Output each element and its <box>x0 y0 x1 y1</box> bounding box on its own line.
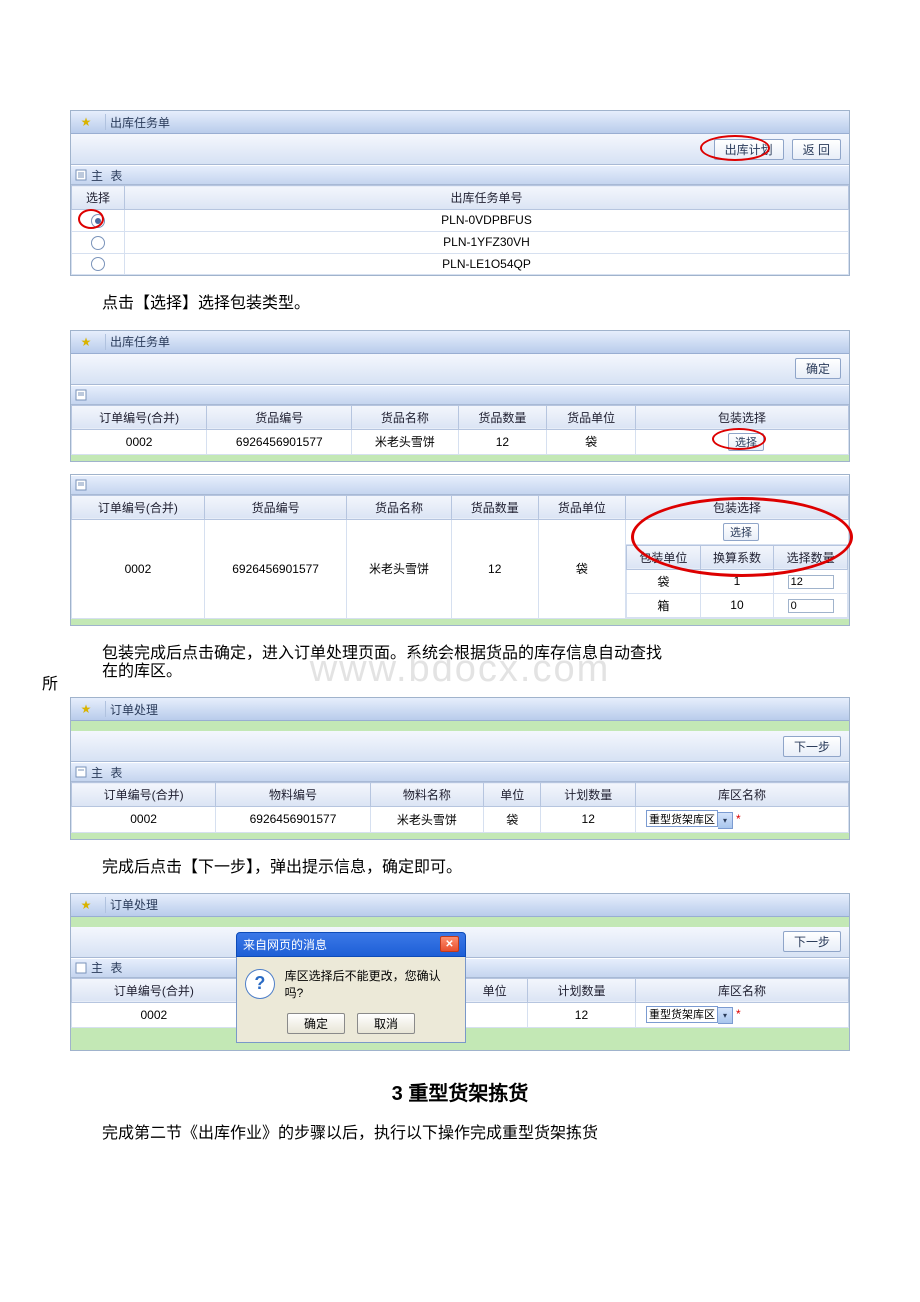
table-row: 0002 6926456901577 米老头雪饼 12 袋 选择 包装单位换算系… <box>72 519 849 618</box>
packaging-expanded-panel: 订单编号(合并)货品编号货品名称货品数量货品单位包装选择 0002 692645… <box>70 474 850 626</box>
table-row: PLN-1YFZ30VH <box>72 231 849 253</box>
star-icon: ★ <box>77 896 95 914</box>
back-button[interactable]: 返 回 <box>792 139 841 160</box>
dialog-ok-button[interactable]: 确定 <box>287 1013 345 1034</box>
dialog-cancel-button[interactable]: 取消 <box>357 1013 415 1034</box>
outbound-plan-button[interactable]: 出库计划 <box>714 139 784 160</box>
table-row: 00026926456901577米老头雪饼12袋选择 <box>72 429 849 454</box>
task-table: 选择出库任务单号 PLN-0VDPBFUS PLN-1YFZ30VH PLN-L… <box>71 185 849 275</box>
required-icon: * <box>736 1007 741 1021</box>
form-icon <box>75 479 87 491</box>
titlebar: ★ 出库任务单 <box>71 111 849 134</box>
form-icon <box>75 169 87 181</box>
star-icon: ★ <box>77 333 95 351</box>
close-icon[interactable]: ✕ <box>440 936 459 952</box>
table-row: 00026926456901577米老头雪饼袋12重型货架库区▾* <box>72 807 849 833</box>
form-icon <box>75 389 87 401</box>
table-row: PLN-0VDPBFUS <box>72 210 849 232</box>
star-icon: ★ <box>77 113 95 131</box>
instruction-text: 完成第二节《出库作业》的步骤以后，执行以下操作完成重型货架拣货 <box>70 1120 850 1147</box>
dialog-titlebar: 来自网页的消息 ✕ <box>236 932 466 957</box>
chevron-down-icon[interactable]: ▾ <box>718 812 733 829</box>
chevron-down-icon[interactable]: ▾ <box>718 1007 733 1024</box>
order-processing-dialog-panel: ★订单处理 下一步 主 表 订单编号(合并)物料编号物料名称单位计划数量库区名称… <box>70 893 850 1052</box>
col-select: 选择 <box>72 186 125 210</box>
order-processing-panel: ★订单处理 下一步 主 表 订单编号(合并)物料编号物料名称单位计划数量库区名称… <box>70 697 850 840</box>
toolbar: 出库计划 返 回 <box>71 134 849 165</box>
dialog-message: 库区选择后不能更改，您确认吗? <box>285 967 457 1001</box>
section-heading: 3 重型货架拣货 <box>70 1077 850 1106</box>
question-icon: ? <box>245 969 275 999</box>
maintable-label: 主 表 <box>91 167 124 184</box>
next-button[interactable]: 下一步 <box>783 931 841 952</box>
star-icon: ★ <box>77 700 95 718</box>
form-icon <box>75 962 87 974</box>
instruction-text: 点击【选择】选择包装类型。 <box>70 290 850 317</box>
instruction-text: 完成后点击【下一步】，弹出提示信息，确定即可。 <box>70 854 850 881</box>
zone-select[interactable]: 重型货架库区 <box>646 1006 718 1023</box>
form-icon <box>75 766 87 778</box>
table-row: PLN-LE1O54QP <box>72 253 849 275</box>
select-button[interactable]: 选择 <box>723 523 759 541</box>
panel-title: 出库任务单 <box>110 114 180 131</box>
required-icon: * <box>736 812 741 826</box>
subheader: 主 表 <box>71 165 849 185</box>
confirm-dialog: 来自网页的消息 ✕ ? 库区选择后不能更改，您确认吗? 确定 取消 <box>236 932 466 1043</box>
packaging-panel: ★出库任务单 确定 订单编号(合并)货品编号货品名称货品数量货品单位包装选择 0… <box>70 330 850 462</box>
confirm-button[interactable]: 确定 <box>795 358 841 379</box>
select-button[interactable]: 选择 <box>728 433 764 451</box>
radio-select[interactable] <box>91 257 105 271</box>
col-tasknum: 出库任务单号 <box>125 186 849 210</box>
radio-select[interactable] <box>91 236 105 250</box>
outbound-task-panel: ★ 出库任务单 出库计划 返 回 主 表 选择出库任务单号 PLN-0VDPBF… <box>70 110 850 276</box>
qty-input[interactable] <box>788 575 834 589</box>
dialog-title: 来自网页的消息 <box>243 936 327 953</box>
next-button[interactable]: 下一步 <box>783 736 841 757</box>
radio-select[interactable] <box>91 214 105 228</box>
zone-select[interactable]: 重型货架库区 <box>646 810 718 827</box>
qty-input[interactable] <box>788 599 834 613</box>
